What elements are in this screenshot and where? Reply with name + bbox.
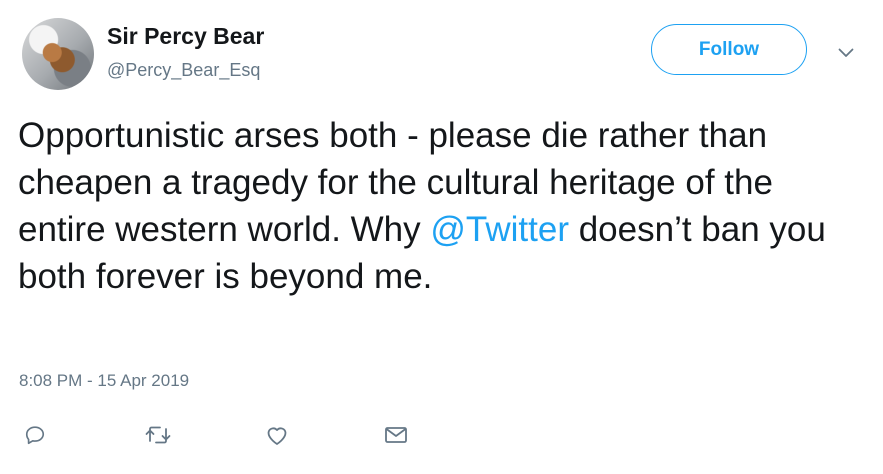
tweet-text: Opportunistic arses both - please die ra… — [18, 112, 858, 300]
chevron-down-icon[interactable] — [834, 41, 858, 65]
mention-link[interactable]: @Twitter — [430, 210, 569, 249]
display-name[interactable]: Sir Percy Bear — [107, 23, 264, 50]
retweet-icon[interactable] — [143, 420, 173, 450]
avatar[interactable] — [22, 18, 94, 90]
reply-icon[interactable] — [20, 420, 50, 450]
user-handle[interactable]: @Percy_Bear_Esq — [107, 60, 260, 81]
heart-icon[interactable] — [262, 420, 292, 450]
timestamp[interactable]: 8:08 PM - 15 Apr 2019 — [19, 371, 189, 391]
action-bar — [0, 420, 883, 450]
envelope-icon[interactable] — [381, 420, 411, 450]
follow-button[interactable]: Follow — [651, 24, 807, 75]
tweet-card: Sir Percy Bear @Percy_Bear_Esq Follow Op… — [0, 0, 883, 474]
